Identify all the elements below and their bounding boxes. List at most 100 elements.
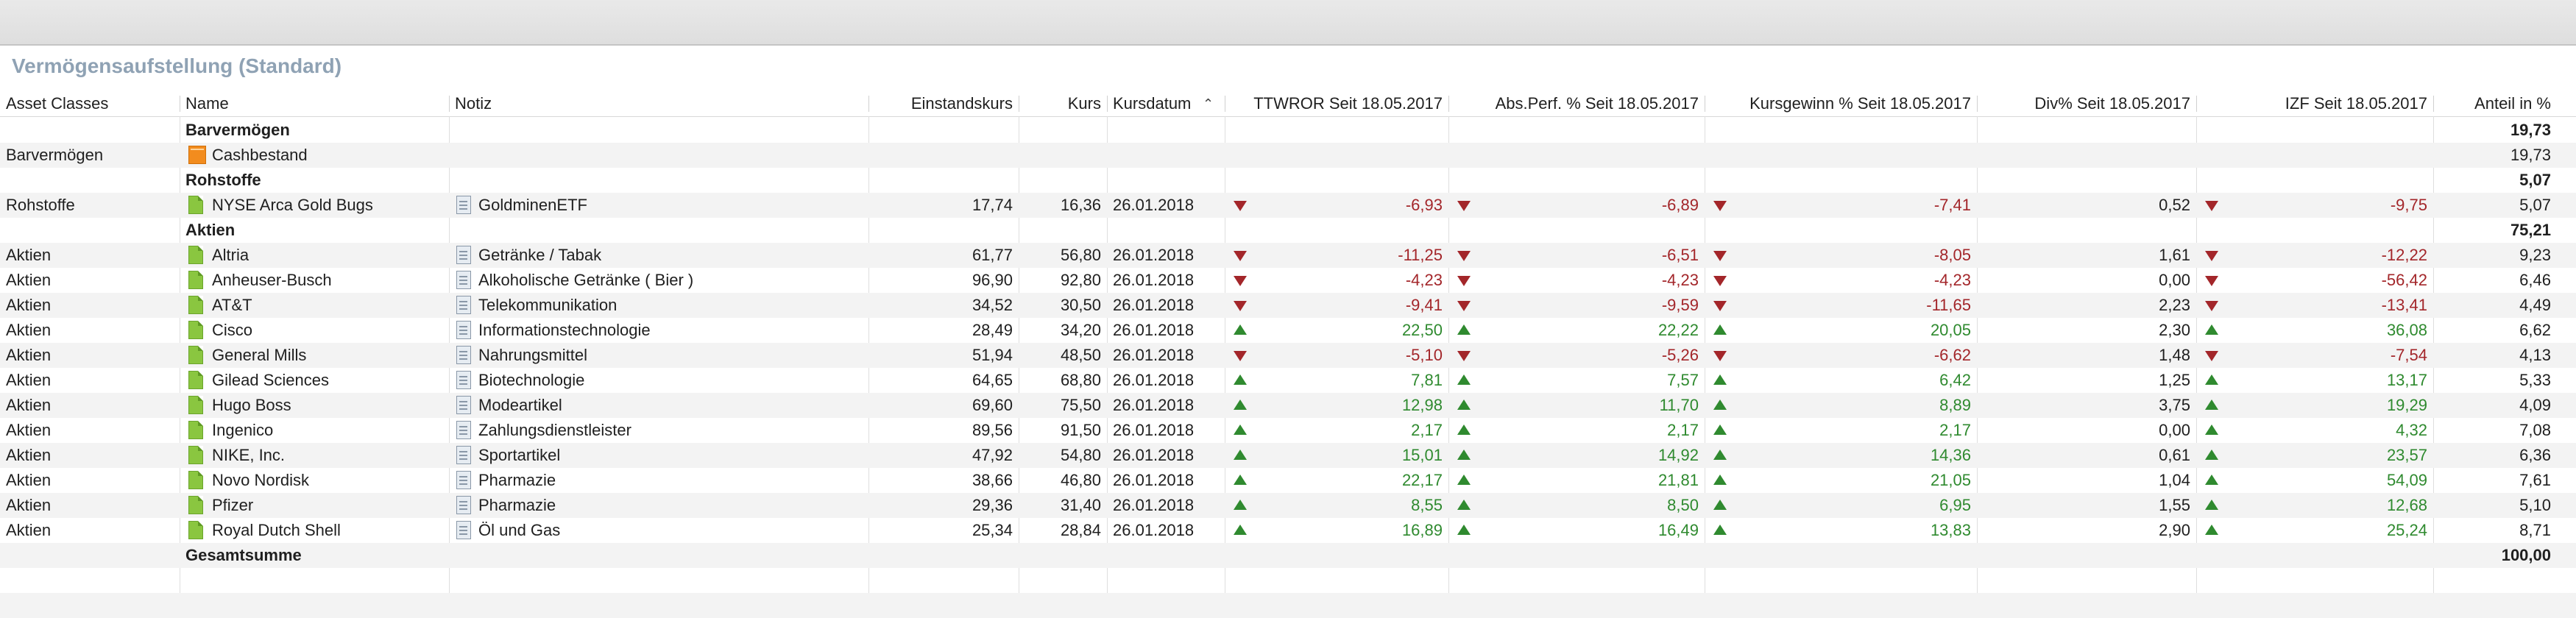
div-value: 1,25 <box>2159 371 2190 389</box>
asset-class: Aktien <box>6 371 52 389</box>
izf-value: 13,17 <box>2386 371 2427 389</box>
quote-date: 26.01.2018 <box>1113 246 1195 264</box>
column-header-ttwror[interactable]: TTWROR Seit 18.05.2017 <box>1225 91 1448 116</box>
div-value: 1,48 <box>2159 346 2190 364</box>
column-header-asset-classes[interactable]: Asset Classes <box>0 91 180 116</box>
purchase-price: 38,66 <box>972 471 1013 489</box>
quote-date: 26.01.2018 <box>1113 296 1195 314</box>
column-header-divider[interactable] <box>868 96 869 112</box>
ttwror-value: 15,01 <box>1401 446 1443 464</box>
absperf-value: 2,17 <box>1667 421 1699 439</box>
note: Modeartikel <box>478 396 562 414</box>
quote-date: 26.01.2018 <box>1113 521 1195 539</box>
security-name: Cisco <box>212 321 253 339</box>
table-row[interactable]: Aktien Cisco Informationstechnologie 28,49 3… <box>0 318 2576 343</box>
share-percent: 5,07 <box>2519 196 2551 214</box>
izf-value: -7,54 <box>2390 346 2427 364</box>
security-name: AT&T <box>212 296 252 314</box>
quote-date: 26.01.2018 <box>1113 421 1195 439</box>
column-header-divider[interactable] <box>2433 96 2434 112</box>
table-row[interactable]: Aktien NIKE, Inc. Sportartikel 47,92 54,80 26… <box>0 443 2576 468</box>
table-row[interactable]: Aktien Gilead Sciences Biotechnologie 64,65… <box>0 368 2576 393</box>
note: Sportartikel <box>478 446 561 464</box>
window-toolbar <box>0 0 2576 46</box>
asset-class: Aktien <box>6 496 52 514</box>
quote: 54,80 <box>1060 446 1101 464</box>
column-header-divider[interactable] <box>1448 96 1449 112</box>
note: Telekommunikation <box>478 296 618 314</box>
table-row[interactable]: Aktien Novo Nordisk Pharmazie 38,66 46,80 26.… <box>0 468 2576 493</box>
column-header-divider[interactable] <box>2196 96 2197 112</box>
purchase-price: 61,77 <box>972 246 1013 264</box>
ttwror-value: -5,10 <box>1405 346 1443 364</box>
share-percent: 19,73 <box>2510 146 2551 164</box>
group-row[interactable]: Rohstoffe 5,07 <box>0 168 2576 193</box>
div-value: 2,90 <box>2159 521 2190 539</box>
ttwror-value: -6,93 <box>1405 196 1443 214</box>
ttwror-value: 8,55 <box>1411 496 1443 514</box>
asset-class: Aktien <box>6 246 52 264</box>
column-header-anteil[interactable]: Anteil in % <box>2433 91 2557 116</box>
group-row[interactable]: Barvermögen 19,73 <box>0 118 2576 143</box>
note: Pharmazie <box>478 471 556 489</box>
table-row[interactable]: Barvermögen Cashbestand 19,73 <box>0 143 2576 168</box>
column-header-kursdatum[interactable]: Kursdatum <box>1107 91 1195 116</box>
share-percent: 7,61 <box>2519 471 2551 489</box>
ttwror-value: 22,17 <box>1401 471 1443 489</box>
group-row[interactable]: Aktien 75,21 <box>0 218 2576 243</box>
table-row[interactable]: Aktien Pfizer Pharmazie 29,36 31,40 26.01.201… <box>0 493 2576 518</box>
column-header-name[interactable]: Name <box>180 91 449 116</box>
kursgewinn-value: 21,05 <box>1930 471 1971 489</box>
quote: 92,80 <box>1060 271 1101 289</box>
quote-date: 26.01.2018 <box>1113 396 1195 414</box>
kursgewinn-value: 2,17 <box>1939 421 1971 439</box>
group-share: 5,07 <box>2519 171 2551 189</box>
table-row[interactable]: Aktien Ingenico Zahlungsdienstleister 89,56… <box>0 418 2576 443</box>
column-header-kursgewinn[interactable]: Kursgewinn % Seit 18.05.2017 <box>1705 91 1977 116</box>
div-value: 2,30 <box>2159 321 2190 339</box>
quote: 30,50 <box>1060 296 1101 314</box>
quote-date: 26.01.2018 <box>1113 196 1195 214</box>
table-row[interactable]: Rohstoffe NYSE Arca Gold Bugs GoldminenETF… <box>0 193 2576 218</box>
column-header-divider[interactable] <box>1977 96 1978 112</box>
absperf-value: -9,59 <box>1661 296 1699 314</box>
column-header-divider[interactable] <box>449 96 450 112</box>
column-header-izf[interactable]: IZF Seit 18.05.2017 <box>2196 91 2433 116</box>
column-header-div[interactable]: Div% Seit 18.05.2017 <box>1977 91 2196 116</box>
table-row[interactable]: Aktien Altria Getränke / Tabak 61,77 56,80 26… <box>0 243 2576 268</box>
div-value: 1,55 <box>2159 496 2190 514</box>
note: Pharmazie <box>478 496 556 514</box>
total-label: Gesamtsumme <box>185 546 302 564</box>
column-header-divider[interactable] <box>1107 96 1108 112</box>
quote: 75,50 <box>1060 396 1101 414</box>
purchase-price: 51,94 <box>972 346 1013 364</box>
chevron-up-icon[interactable]: ⌃ <box>1203 96 1214 111</box>
note: Zahlungsdienstleister <box>478 421 631 439</box>
column-header-kurs[interactable]: Kurs <box>1019 91 1107 116</box>
asset-class: Aktien <box>6 446 52 464</box>
kursgewinn-value: 6,42 <box>1939 371 1971 389</box>
absperf-value: 16,49 <box>1657 521 1699 539</box>
security-name: NYSE Arca Gold Bugs <box>212 196 373 214</box>
column-header-absperf[interactable]: Abs.Perf. % Seit 18.05.2017 <box>1448 91 1705 116</box>
group-name: Aktien <box>185 221 236 239</box>
table-row[interactable]: Aktien AT&T Telekommunikation 34,52 30,50 26.… <box>0 293 2576 318</box>
kursgewinn-value: -7,41 <box>1933 196 1971 214</box>
share-percent: 7,08 <box>2519 421 2551 439</box>
div-value: 2,23 <box>2159 296 2190 314</box>
column-header-notiz[interactable]: Notiz <box>449 91 868 116</box>
quote: 46,80 <box>1060 471 1101 489</box>
table-row[interactable]: Aktien Hugo Boss Modeartikel 69,60 75,50 26.0… <box>0 393 2576 418</box>
empty-row <box>0 593 2576 618</box>
absperf-value: 14,92 <box>1657 446 1699 464</box>
purchase-price: 25,34 <box>972 521 1013 539</box>
total-row[interactable]: Gesamtsumme 100,00 <box>0 543 2576 568</box>
asset-class: Aktien <box>6 396 52 414</box>
share-percent: 5,33 <box>2519 371 2551 389</box>
table-row[interactable]: Aktien General Mills Nahrungsmittel 51,94 48… <box>0 343 2576 368</box>
izf-value: 36,08 <box>2386 321 2427 339</box>
table-row[interactable]: Aktien Anheuser-Busch Alkoholische Getränk… <box>0 268 2576 293</box>
ttwror-value: 12,98 <box>1401 396 1443 414</box>
table-row[interactable]: Aktien Royal Dutch Shell Öl und Gas 25,34 28… <box>0 518 2576 543</box>
column-header-einstandskurs[interactable]: Einstandskurs <box>868 91 1019 116</box>
